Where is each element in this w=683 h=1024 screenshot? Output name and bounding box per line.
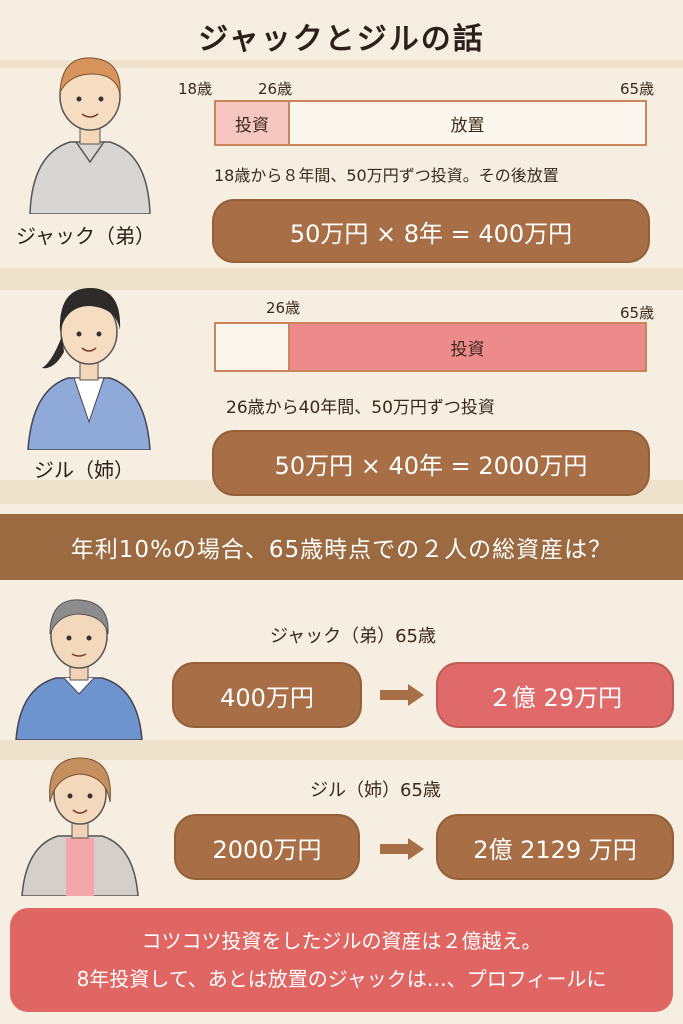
footer-callout: コツコツ投資をしたジルの資産は２億越え。 8年投資して、あとは放置のジャックは……	[10, 908, 673, 1012]
arrow-right-icon	[380, 838, 424, 860]
footer-line-1: コツコツ投資をしたジルの資産は２億越え。	[141, 929, 542, 953]
jill-result-from: 2000万円	[174, 814, 360, 880]
jill-age-end: 65歳	[620, 304, 655, 322]
jack-age-mid: 26歳	[258, 80, 293, 98]
jill-result-to: 2億 2129 万円	[436, 814, 674, 880]
jack-hold-segment: 放置	[450, 115, 485, 136]
jack-young-illustration	[29, 57, 151, 214]
jill-age-mid: 26歳	[266, 299, 301, 317]
footer-line-2: 8年投資して、あとは放置のジャックは…、プロフィールに	[76, 967, 607, 991]
arrow-right-icon	[380, 684, 424, 706]
jack-formula: 50万円 × 8年 = 400万円	[212, 199, 650, 263]
jack-timeline-bar: 投資 放置	[214, 100, 647, 146]
jill-result-heading: ジル（姉）65歳	[310, 780, 441, 801]
jill-young-illustration	[27, 288, 151, 450]
jack-age-end: 65歳	[620, 80, 655, 98]
jill-caption: ジル（姉）	[34, 458, 134, 482]
jack-result-heading: ジャック（弟）65歳	[270, 626, 437, 647]
jill-formula: 50万円 × 40年 = 2000万円	[212, 430, 650, 496]
jack-age-start: 18歳	[178, 80, 213, 98]
question-banner: 年利10%の場合、65歳時点での２人の総資産は？	[0, 514, 683, 580]
jack-invest-segment: 投資	[216, 102, 290, 144]
jack-caption: ジャック（弟）	[16, 224, 155, 248]
jack-result-to: ２億 29万円	[436, 662, 674, 728]
jill-description: 26歳から40年間、50万円ずつ投資	[226, 398, 495, 418]
jill-timeline-bar: 投資	[214, 322, 647, 372]
jill-old-illustration	[21, 757, 139, 896]
jack-description: 18歳から８年間、50万円ずつ投資。その後放置	[214, 166, 559, 185]
jack-result-from: 400万円	[172, 662, 362, 728]
jack-old-illustration	[15, 599, 143, 740]
jill-invest-segment: 投資	[288, 324, 645, 370]
